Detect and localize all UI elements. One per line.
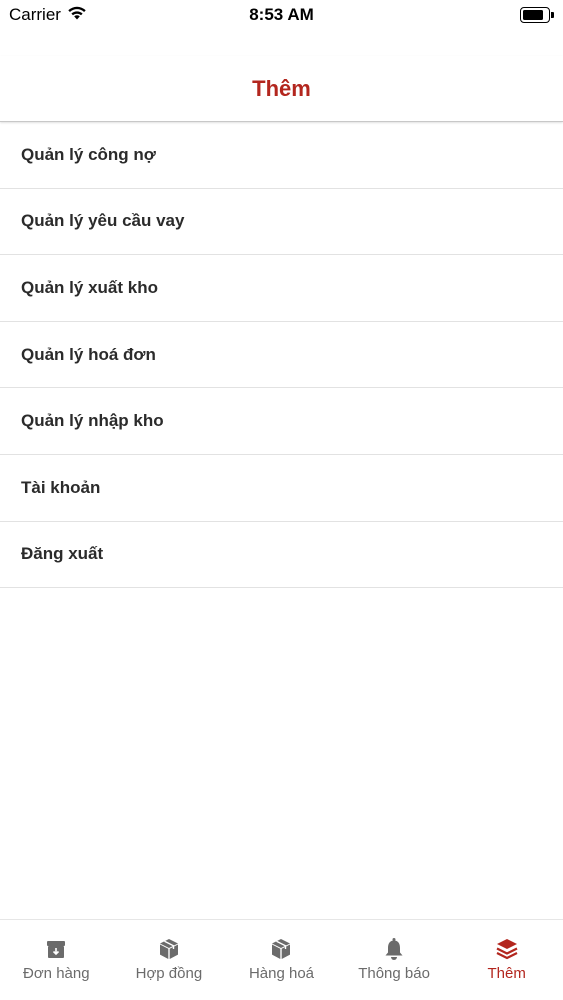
menu-item-label: Tài khoản — [21, 477, 101, 497]
menu-item-label: Quản lý công nợ — [21, 144, 156, 164]
menu-item-stock-out[interactable]: Quản lý xuất kho — [0, 255, 563, 322]
battery-body — [520, 7, 550, 23]
wifi-icon — [67, 5, 87, 25]
status-bar: Carrier 8:53 AM — [0, 0, 563, 30]
menu-item-label: Quản lý xuất kho — [21, 277, 158, 297]
tab-goods[interactable]: Hàng hoá — [225, 920, 338, 1000]
menu-item-debt-management[interactable]: Quản lý công nợ — [0, 122, 563, 189]
cube-box-icon — [269, 937, 293, 961]
menu-item-label: Quản lý hoá đơn — [21, 344, 156, 364]
menu-item-stock-in[interactable]: Quản lý nhập kho — [0, 388, 563, 455]
bell-icon — [382, 937, 406, 961]
menu-item-label: Quản lý yêu cầu vay — [21, 211, 185, 231]
cube-box-icon — [157, 937, 181, 961]
menu-item-loan-requests[interactable]: Quản lý yêu cầu vay — [0, 189, 563, 256]
menu-list: Quản lý công nợ Quản lý yêu cầu vay Quản… — [0, 122, 563, 589]
menu-item-invoices[interactable]: Quản lý hoá đơn — [0, 322, 563, 389]
nav-header: Thêm — [0, 56, 563, 122]
menu-item-account[interactable]: Tài khoản — [0, 455, 563, 522]
battery-fill — [523, 10, 544, 20]
tab-label: Hàng hoá — [248, 965, 315, 982]
tab-notifications[interactable]: Thông báo — [338, 920, 451, 1000]
tab-orders[interactable]: Đơn hàng — [0, 920, 113, 1000]
tab-label: Thêm — [487, 965, 526, 982]
tab-label: Thông báo — [358, 965, 430, 982]
tab-contracts[interactable]: Hợp đồng — [113, 920, 226, 1000]
archive-box-icon — [44, 937, 68, 961]
screen: Carrier 8:53 AM Thêm Quản lý công nợ Quả… — [0, 0, 563, 1000]
menu-item-label: Quản lý nhập kho — [21, 411, 164, 431]
carrier-label: Carrier — [9, 5, 61, 24]
battery-icon — [520, 7, 554, 23]
menu-item-logout[interactable]: Đăng xuất — [0, 522, 563, 589]
page-title: Thêm — [252, 75, 311, 101]
layers-icon — [495, 937, 519, 961]
menu-item-label: Đăng xuất — [21, 544, 104, 564]
status-left: Carrier — [9, 5, 87, 25]
battery-tip — [551, 12, 554, 18]
tab-bar: Đơn hàng Hợp đồng Hàng hoá Thông báo Thê… — [0, 919, 563, 1000]
tab-label: Đơn hàng — [23, 965, 90, 982]
tab-label: Hợp đồng — [135, 965, 203, 982]
tab-more[interactable]: Thêm — [450, 920, 563, 1000]
